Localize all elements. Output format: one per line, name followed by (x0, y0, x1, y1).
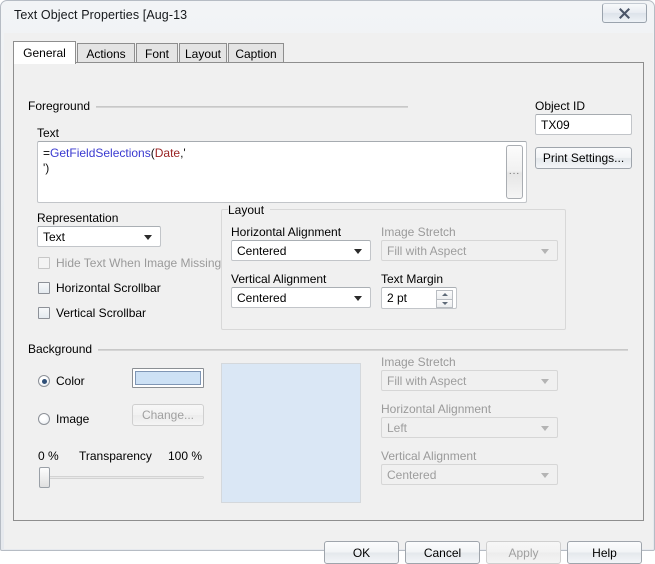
dialog-button-bar: OK Cancel Apply Help (4, 33, 653, 564)
ok-button[interactable]: OK (324, 541, 399, 564)
tab-general[interactable]: General (13, 41, 76, 64)
tab-general-label: General (23, 46, 66, 60)
close-button[interactable] (602, 3, 647, 23)
background-group-label: Background (28, 342, 99, 356)
help-button[interactable]: Help (567, 541, 642, 564)
window-title: Text Object Properties [Aug-13 (14, 8, 188, 22)
dialog-client-area: General Actions Font Layout Caption Fore… (4, 33, 653, 564)
foreground-group-label: Foreground (28, 99, 97, 113)
layout-group-label: Layout (228, 203, 271, 217)
dialog-window: Text Object Properties [Aug-13 General A… (0, 0, 655, 564)
title-bar: Text Object Properties [Aug-13 (1, 1, 654, 33)
apply-button: Apply (486, 541, 561, 564)
cancel-button[interactable]: Cancel (405, 541, 480, 564)
close-icon (619, 7, 630, 19)
